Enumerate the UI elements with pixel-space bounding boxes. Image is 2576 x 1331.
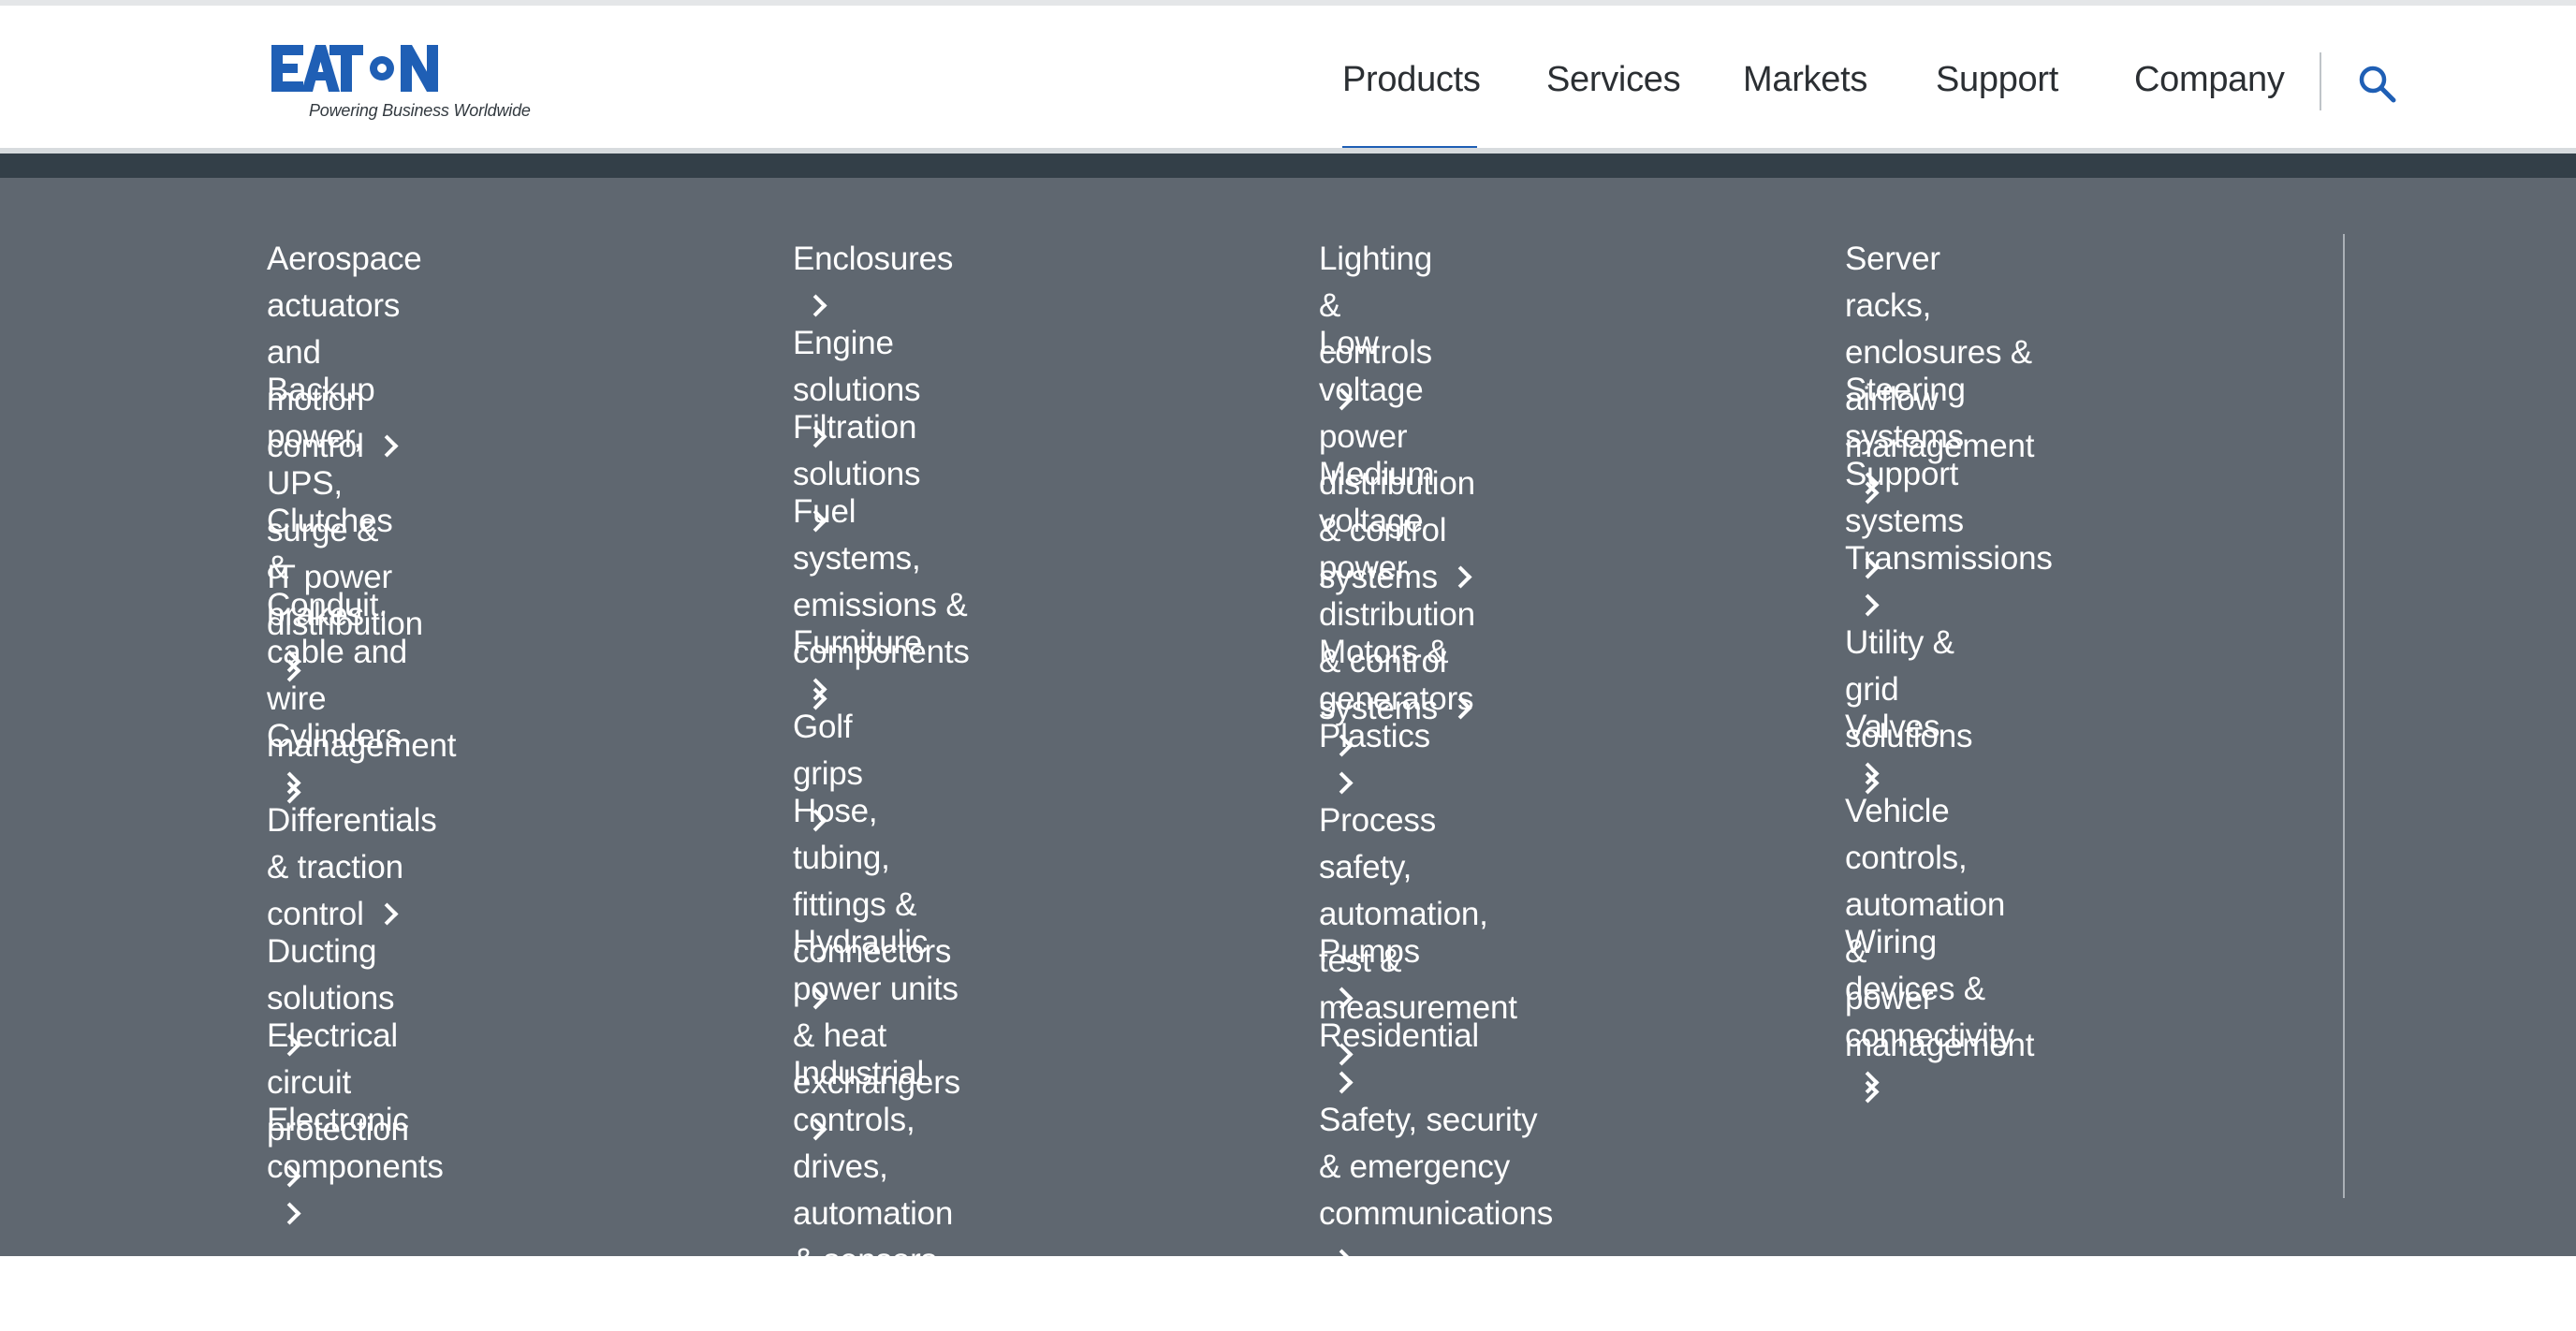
eaton-logo[interactable]: Powering Business Worldwide: [271, 41, 531, 125]
menu-item-label-line: Cylinders: [267, 718, 402, 754]
products-mega-menu: Aerospace actuators and motion control Bac…: [0, 178, 2576, 1319]
menu-item-4-8[interactable]: Wiring devices & connectivity: [1845, 919, 2014, 1106]
menu-item-2-5[interactable]: Furniture: [793, 620, 922, 713]
chevron-right-icon: [1330, 771, 1354, 795]
menu-item-3-5[interactable]: Plastics: [1319, 713, 1430, 807]
menu-item-label-line: Motors & generators: [1319, 634, 1474, 717]
menu-item-label-line: Safety, security & emergency: [1319, 1102, 1538, 1185]
menu-item-4-6[interactable]: Valves: [1845, 704, 1939, 797]
menu-item-label-line: Golf grips: [793, 709, 863, 792]
menu-column-divider: [2343, 234, 2345, 1198]
menu-item-label-line: Industrial controls, drives,: [793, 1055, 925, 1185]
menu-item-2-1[interactable]: Enclosures: [793, 236, 953, 329]
menu-top-band: [0, 154, 2576, 178]
menu-item-label-line: Medium voltage power: [1319, 456, 1435, 586]
chevron-right-icon: [278, 1202, 301, 1225]
menu-item-label-line: Residential: [1319, 1017, 1479, 1054]
menu-item-1-6[interactable]: Differentials & traction control: [267, 797, 437, 938]
menu-item-4-4[interactable]: Transmissions: [1845, 535, 2053, 629]
menu-item-label-line: Conduit, cable and wire: [267, 587, 407, 717]
menu-item-label-line: Hose, tubing, fittings &: [793, 793, 917, 923]
chevron-right-icon: [1330, 1249, 1354, 1272]
menu-item-label-line: Electronic components: [267, 1102, 444, 1185]
menu-item-2-9[interactable]: Industrial controls, drives, automation &…: [793, 1050, 953, 1331]
chevron-right-icon: [1330, 987, 1354, 1010]
logo-tagline: Powering Business Worldwide: [309, 101, 531, 120]
nav-markets[interactable]: Markets: [1743, 60, 1867, 100]
menu-item-label-line: Hydraulic power units & heat: [793, 924, 959, 1054]
nav-company[interactable]: Company: [2134, 60, 2285, 100]
menu-item-3-9[interactable]: Safety, security & emergency communicatio…: [1319, 1097, 1553, 1284]
eaton-wordmark-icon: [271, 45, 438, 92]
chevron-right-icon: [804, 294, 827, 317]
menu-item-3-7[interactable]: Pumps: [1319, 929, 1420, 1022]
menu-item-label-line: Ducting solutions: [267, 933, 395, 1017]
menu-item-label-line: Valves: [1845, 709, 1940, 745]
menu-item-label-line: Steering systems: [1845, 372, 1966, 455]
menu-item-label-line: connectivity: [1845, 1017, 2014, 1054]
nav-support[interactable]: Support: [1936, 60, 2058, 100]
chevron-right-icon: [804, 1295, 827, 1319]
menu-item-label-line: automation & sensors: [793, 1195, 954, 1279]
menu-item-label-line: Enclosures: [793, 241, 954, 277]
chevron-right-icon: [375, 902, 399, 926]
menu-item-label-line: Plastics: [1319, 718, 1430, 754]
search-icon: [2359, 66, 2396, 103]
menu-item-label-line: Filtration solutions: [793, 409, 921, 492]
menu-item-label-line: Engine solutions: [793, 325, 921, 408]
menu-item-label-line: Furniture: [793, 624, 923, 661]
menu-item-label-line: Fuel systems, emissions &: [793, 493, 968, 623]
nav-divider: [2320, 52, 2321, 110]
menu-item-label-line: control: [267, 896, 364, 932]
search-button[interactable]: [2355, 62, 2400, 107]
chevron-right-icon: [278, 771, 301, 795]
menu-item-label-line: Server racks, enclosures &: [1845, 241, 2032, 371]
menu-item-1-9[interactable]: Electronic components: [267, 1097, 444, 1237]
chevron-right-icon: [1330, 1071, 1354, 1094]
menu-item-1-5[interactable]: Cylinders: [267, 713, 402, 807]
menu-item-label-line: communications: [1319, 1195, 1554, 1232]
menu-item-label-line: Process safety, automation,: [1319, 802, 1488, 932]
chevron-right-icon: [804, 678, 827, 701]
chevron-right-icon: [1856, 1071, 1880, 1094]
menu-item-label-line: Aerospace actuators and: [267, 241, 422, 371]
menu-item-label-line: Pumps: [1319, 933, 1420, 970]
menu-item-label-line: Support systems: [1845, 456, 1964, 539]
menu-item-label-line: Transmissions: [1845, 540, 2053, 577]
site-header: Powering Business Worldwide Products Ser…: [0, 6, 2576, 154]
nav-products[interactable]: Products: [1342, 60, 1481, 100]
chevron-right-icon: [1856, 593, 1880, 617]
menu-item-label-line: Differentials & traction: [267, 802, 437, 885]
chevron-right-icon: [1856, 762, 1880, 785]
nav-services[interactable]: Services: [1546, 60, 1681, 100]
menu-item-label-line: Wiring devices &: [1845, 924, 1985, 1007]
menu-item-3-8[interactable]: Residential: [1319, 1013, 1479, 1106]
